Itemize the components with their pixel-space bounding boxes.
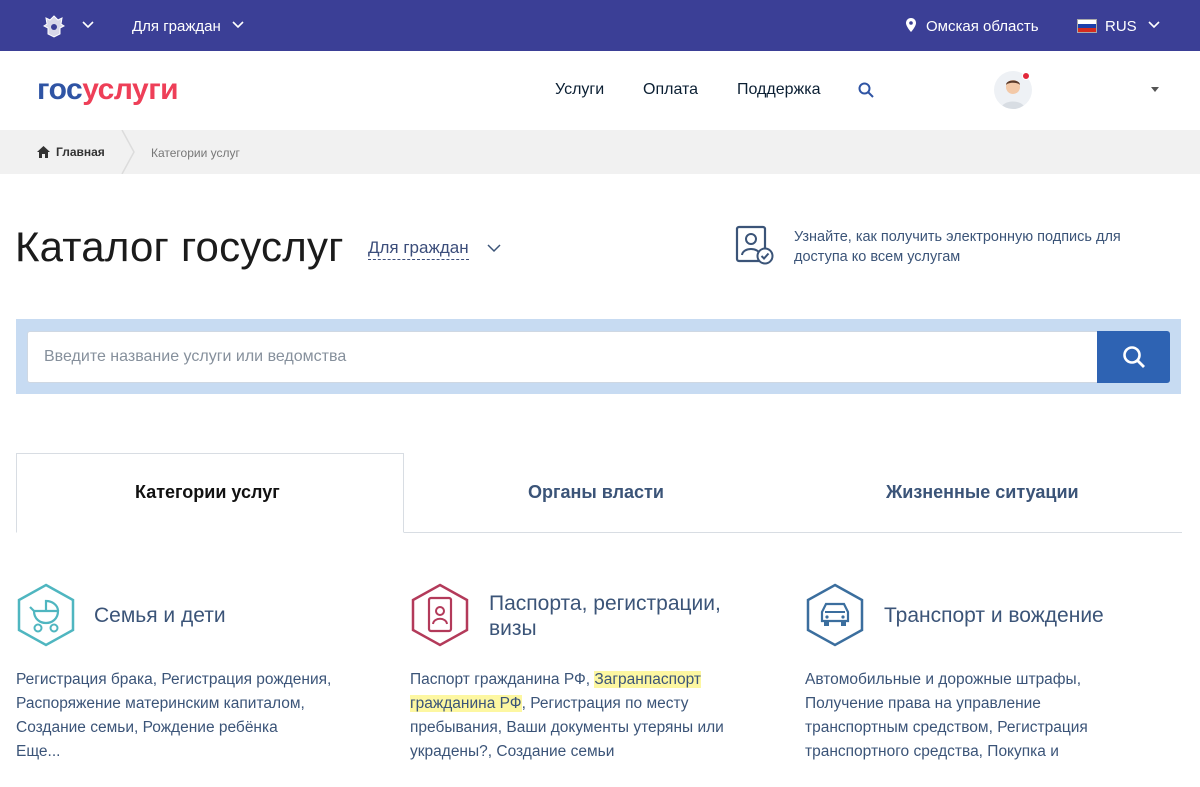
audience-switcher[interactable]: Для граждан (132, 18, 221, 35)
chevron-down-icon[interactable] (232, 21, 244, 29)
logo-part-uslugi: услуги (82, 73, 179, 106)
nav-services[interactable]: Услуги (555, 81, 604, 99)
chevron-down-icon[interactable] (1148, 21, 1160, 29)
chevron-down-icon[interactable] (487, 244, 501, 253)
profile-dropdown-icon[interactable] (1151, 87, 1159, 92)
gosuslugi-logo[interactable]: госуслуги (37, 73, 179, 107)
category-links-passports[interactable]: Паспорт гражданина РФ, Загранпаспорт гра… (410, 668, 740, 764)
tab-categories[interactable]: Категории услуг (135, 482, 280, 503)
nav-support[interactable]: Поддержка (737, 81, 820, 99)
coat-of-arms-icon[interactable] (40, 12, 68, 40)
passport-icon[interactable] (410, 583, 470, 647)
category-links-family[interactable]: Регистрация брака, Регистрация рождения,… (16, 668, 356, 764)
language-selector[interactable]: RUS (1105, 18, 1137, 35)
logo-part-gos: гос (37, 73, 83, 106)
russian-flag-icon (1077, 19, 1097, 33)
breadcrumb-home-label: Главная (56, 145, 105, 159)
car-icon[interactable] (805, 583, 865, 647)
home-icon (37, 146, 50, 158)
category-title-transport[interactable]: Транспорт и вождение (884, 603, 1104, 628)
tab-life-situations[interactable]: Жизненные ситуации (886, 482, 1079, 503)
category-title-passports[interactable]: Паспорта, регистрации, визы (489, 591, 749, 641)
chevron-down-icon[interactable] (82, 21, 94, 29)
page-title: Каталог госуслуг (15, 223, 344, 270)
top-bar: Для граждан Омская область RUS (0, 0, 1200, 51)
audience-dropdown[interactable]: Для граждан (368, 238, 469, 260)
category-links-transport[interactable]: Автомобильные и дорожные штрафы, Получен… (805, 668, 1115, 764)
nav-payment[interactable]: Оплата (643, 81, 698, 99)
search-input[interactable] (27, 331, 1097, 383)
category-links-text[interactable]: Паспорт гражданина РФ, (410, 671, 594, 688)
search-button[interactable] (1097, 331, 1170, 383)
signature-info-link[interactable]: Узнайте, как получить электронную подпис… (794, 227, 1154, 267)
family-children-icon[interactable] (16, 583, 76, 647)
breadcrumb: Главная Категории услуг (0, 130, 1200, 174)
category-links-text[interactable]: Регистрация брака, Регистрация рождения,… (16, 671, 331, 736)
more-link[interactable]: Еще... (16, 743, 60, 760)
category-title-family[interactable]: Семья и дети (94, 603, 226, 628)
breadcrumb-current: Категории услуг (151, 146, 240, 160)
search-icon (1123, 346, 1145, 368)
notification-dot (1022, 72, 1030, 80)
region-selector[interactable]: Омская область (926, 18, 1039, 35)
search-icon[interactable] (858, 82, 874, 98)
breadcrumb-separator (121, 130, 135, 174)
tab-authorities[interactable]: Органы власти (528, 482, 664, 503)
category-links-text[interactable]: Автомобильные и дорожные штрафы, Получен… (805, 671, 1088, 760)
site-header: госуслуги Услуги Оплата Поддержка (0, 51, 1200, 130)
location-pin-icon (906, 18, 916, 32)
digital-signature-icon[interactable] (735, 225, 775, 265)
breadcrumb-home[interactable]: Главная (37, 145, 105, 159)
